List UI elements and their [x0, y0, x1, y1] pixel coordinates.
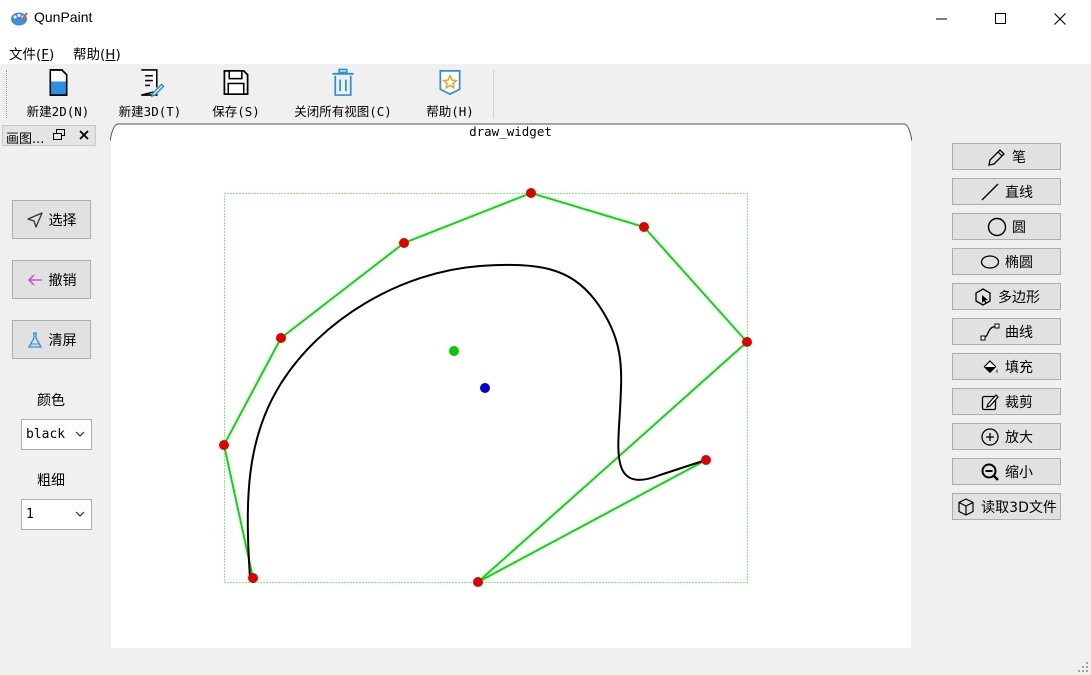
zoom-in-icon [981, 427, 999, 446]
close-all-views-button[interactable]: 关闭所有视图(C) [285, 68, 401, 120]
ellipse-icon [980, 254, 1000, 269]
tool-zoom-in-button[interactable]: 放大 [952, 423, 1061, 450]
close-all-views-label: 关闭所有视图(C) [294, 104, 392, 119]
save-button[interactable]: 保存(S) [208, 68, 264, 120]
width-select[interactable]: 1 [21, 499, 92, 530]
menu-help[interactable]: 帮助(H) [73, 43, 121, 63]
minimize-button[interactable] [919, 0, 965, 38]
main-toolbar: 新建2D(N) 新建3D(T) 保存(S) 关闭所有视图(C) 帮助(H) [0, 64, 1091, 122]
new-2d-label: 新建2D(N) [26, 104, 90, 119]
toolbar-separator [493, 70, 494, 118]
drawing-svg [219, 188, 752, 587]
zoom-out-icon [981, 463, 999, 481]
clear-screen-button[interactable]: 清屏 [12, 320, 91, 359]
new-3d-document-icon [141, 69, 165, 97]
tool-polygon-label: 多边形 [998, 289, 1040, 306]
fill-bucket-icon [983, 359, 998, 373]
tool-crop-label: 裁剪 [1005, 394, 1033, 411]
new-2d-file-icon [49, 69, 68, 96]
tool-zoom-out-button[interactable]: 缩小 [952, 458, 1061, 485]
curve-icon [980, 323, 1000, 340]
bezier-curve [246, 263, 707, 579]
tool-fill-label: 填充 [1005, 359, 1033, 376]
tool-circle-button[interactable]: 圆 [952, 213, 1061, 240]
chevron-down-icon [75, 431, 85, 437]
tool-crop-button[interactable]: 裁剪 [952, 388, 1061, 415]
rotation-center-point [480, 383, 490, 393]
tool-curve-label: 曲线 [1005, 324, 1033, 341]
control-point [473, 577, 483, 587]
flask-icon [27, 331, 42, 348]
undo-label: 撤销 [48, 272, 77, 289]
color-label: 颜色 [37, 393, 65, 409]
save-floppy-icon [223, 70, 249, 95]
menu-file[interactable]: 文件(F) [9, 43, 54, 63]
tool-line-label: 直线 [1005, 184, 1033, 201]
color-select-value: black [26, 427, 66, 442]
tool-circle-label: 圆 [1012, 219, 1026, 236]
tool-pen-button[interactable]: 笔 [952, 143, 1061, 170]
control-point [639, 222, 649, 232]
toolbar-grip[interactable] [6, 70, 8, 118]
new-3d-label: 新建3D(T) [118, 104, 182, 119]
tool-polygon-button[interactable]: 多边形 [952, 283, 1061, 310]
tool-ellipse-label: 椭圆 [1005, 254, 1033, 271]
resize-grip-icon[interactable] [1077, 661, 1089, 673]
maximize-button[interactable] [978, 0, 1024, 38]
chevron-down-icon [75, 511, 85, 517]
tool-ellipse-button[interactable]: 椭圆 [952, 248, 1061, 275]
menu-mnemonic: H [105, 47, 116, 63]
menu-bar: 文件(F) 帮助(H) [0, 38, 1091, 64]
control-point [219, 440, 229, 450]
pencil-icon [988, 148, 1005, 166]
control-point [248, 573, 258, 583]
new-3d-button[interactable]: 新建3D(T) [114, 68, 186, 120]
drawing-canvas[interactable] [111, 140, 911, 648]
control-point [399, 238, 409, 248]
help-toolbar-button[interactable]: 帮助(H) [420, 68, 480, 120]
tool-pen-label: 笔 [1012, 149, 1026, 166]
close-window-button[interactable] [1037, 0, 1083, 38]
maximize-icon [995, 13, 1006, 24]
cursor-arrow-icon [26, 211, 43, 228]
undo-button[interactable]: 撤销 [12, 260, 91, 299]
close-icon [1054, 13, 1066, 25]
star-badge-icon [439, 70, 461, 96]
control-point [701, 455, 711, 465]
control-point [526, 188, 536, 198]
tool-load-3d-button[interactable]: 读取3D文件 [952, 493, 1061, 520]
title-bar: QunPaint [0, 0, 1091, 38]
help-toolbar-label: 帮助(H) [426, 104, 474, 119]
tool-load-3d-label: 读取3D文件 [981, 499, 1057, 516]
color-select[interactable]: black [21, 419, 92, 450]
circle-icon [987, 217, 1007, 236]
cube-icon [958, 497, 974, 516]
tool-line-button[interactable]: 直线 [952, 178, 1061, 205]
arrow-left-icon [27, 273, 42, 286]
draw-widget-tab[interactable]: draw_widget [0, 124, 1021, 139]
select-button[interactable]: 选择 [12, 200, 91, 239]
clear-screen-label: 清屏 [48, 332, 77, 349]
trash-icon [332, 68, 354, 96]
line-icon [981, 183, 999, 200]
menu-mnemonic: F [41, 47, 50, 63]
save-label: 保存(S) [212, 104, 260, 119]
width-label: 粗细 [37, 473, 65, 489]
select-label: 选择 [48, 212, 77, 229]
crop-edit-icon [981, 393, 999, 410]
centroid-point [449, 346, 459, 356]
width-select-value: 1 [26, 507, 34, 522]
palette-icon [11, 12, 28, 26]
tool-zoom-in-label: 放大 [1005, 429, 1033, 446]
tool-zoom-out-label: 缩小 [1005, 464, 1033, 481]
tool-fill-button[interactable]: 填充 [952, 353, 1061, 380]
new-2d-button[interactable]: 新建2D(N) [22, 68, 94, 120]
minimize-icon [936, 18, 947, 20]
control-point [276, 333, 286, 343]
tool-curve-button[interactable]: 曲线 [952, 318, 1061, 345]
control-point [742, 337, 752, 347]
polygon-icon [975, 287, 991, 306]
window-title: QunPaint [34, 9, 93, 25]
